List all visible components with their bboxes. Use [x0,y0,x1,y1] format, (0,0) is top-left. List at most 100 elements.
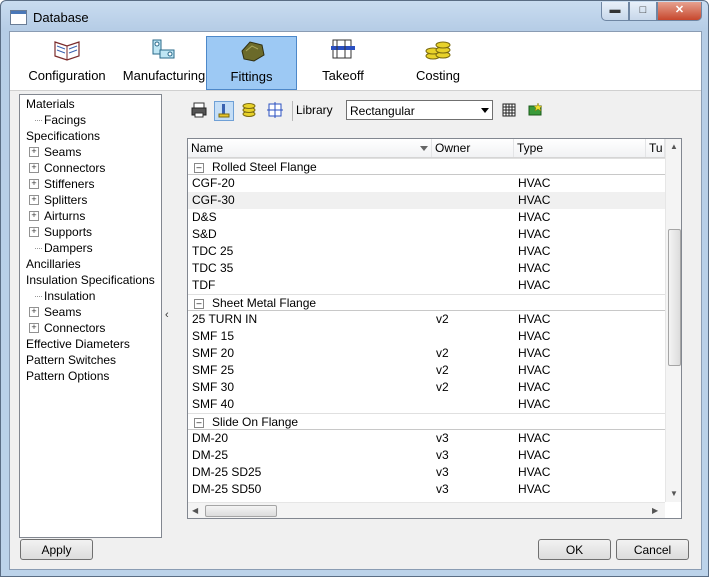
table-row[interactable]: SMF 40 HVAC [188,396,665,413]
table-row[interactable]: DM-20 v3 HVAC [188,430,665,447]
table-row[interactable]: DM-25 SD25 v3 HVAC [188,464,665,481]
tree-item-seams[interactable]: + Seams [29,144,82,160]
tree-item-dampers[interactable]: Dampers [35,240,93,256]
tab-configuration[interactable]: Configuration [20,36,114,88]
fittings-icon [238,39,266,63]
expand-icon[interactable]: + [29,163,39,173]
print-icon[interactable] [190,101,208,119]
vertical-scroll-thumb[interactable] [668,229,681,366]
table-row[interactable]: DM-25 SD50 v3 HVAC [188,481,665,498]
tree-item-pattern-options[interactable]: Pattern Options [26,368,109,384]
expand-icon[interactable]: + [29,227,39,237]
tree-item-insulation-connectors[interactable]: + Connectors [29,320,105,336]
table-row[interactable]: SMF 25 v2 HVAC [188,362,665,379]
cell-name: DM-25 [192,448,229,462]
apply-button[interactable]: Apply [20,539,93,560]
expand-icon[interactable]: + [29,323,39,333]
expand-icon[interactable]: + [29,211,39,221]
panel-splitter[interactable]: ‹ [163,94,173,536]
tree-item-ancillaries[interactable]: Ancillaries [26,256,81,272]
group-header[interactable]: – Sheet Metal Flange [188,294,665,311]
cell-owner: v3 [436,431,449,445]
table-row[interactable]: TDF HVAC [188,277,665,294]
table-row[interactable]: S&D HVAC [188,226,665,243]
tree-item-airturns[interactable]: + Airturns [29,208,85,224]
cell-name: S&D [192,227,217,241]
grid-crosshair-icon[interactable] [266,101,284,119]
collapse-left-icon[interactable]: ‹ [165,309,169,321]
table-row[interactable]: SMF 15 HVAC [188,328,665,345]
expand-icon[interactable]: + [29,307,39,317]
category-tree[interactable]: Materials Facings Specifications + Seams … [19,94,162,538]
table-row[interactable]: DM-25 v3 HVAC [188,447,665,464]
collapse-icon[interactable]: – [194,418,204,428]
dialog-client: Configuration Manufacturing Fittings Tak… [9,31,702,570]
scroll-right-icon[interactable]: ▶ [652,506,658,515]
scroll-down-icon[interactable]: ▼ [670,489,678,498]
cell-type: HVAC [518,482,551,496]
horizontal-scrollbar[interactable]: ◀ ▶ [188,502,665,518]
table-row[interactable]: TDC 25 HVAC [188,243,665,260]
tree-item-connectors[interactable]: + Connectors [29,160,105,176]
tab-costing[interactable]: Costing [394,36,482,88]
tab-fittings[interactable]: Fittings [206,36,297,90]
tree-item-label: Facings [44,113,87,127]
tree-item-materials[interactable]: Materials [26,96,75,112]
horizontal-scroll-thumb[interactable] [205,505,277,517]
tree-item-pattern-switches[interactable]: Pattern Switches [26,352,116,368]
tab-fittings-label: Fittings [230,69,273,84]
category-toolbar: Configuration Manufacturing Fittings Tak… [10,32,701,91]
vertical-scrollbar[interactable]: ▲ ▼ [665,139,681,502]
cell-name: D&S [192,210,217,224]
tab-takeoff[interactable]: Takeoff [299,36,387,88]
tree-item-label: Seams [44,145,82,159]
cell-owner: v3 [436,465,449,479]
group-header[interactable]: – Rolled Steel Flange [188,158,665,175]
coins-small-icon[interactable] [240,101,258,119]
table-row[interactable]: 25 TURN IN v2 HVAC [188,311,665,328]
scroll-left-icon[interactable]: ◀ [192,506,198,515]
cell-owner: v2 [436,380,449,394]
table-row[interactable]: SMF 30 v2 HVAC [188,379,665,396]
close-button[interactable]: ✕ [657,2,702,21]
column-header-tu[interactable]: Tu [646,139,665,157]
table-grid-icon[interactable] [500,101,518,119]
group-header[interactable]: – Slide On Flange [188,413,665,430]
tree-item-facings[interactable]: Facings [35,112,87,128]
scroll-up-icon[interactable]: ▲ [670,142,678,151]
tree-item-insulation-seams[interactable]: + Seams [29,304,81,320]
tab-manufacturing[interactable]: Manufacturing [116,36,212,88]
tree-item-specifications[interactable]: Specifications [26,128,100,144]
view-item-icon[interactable] [214,101,234,121]
collapse-icon[interactable]: – [194,299,204,309]
table-row[interactable]: SMF 20 v2 HVAC [188,345,665,362]
fittings-grid[interactable]: Name Owner Type Tu – Rolled Steel Flange … [187,138,682,519]
cell-owner: v3 [436,448,449,462]
tree-item-insulation-specifications[interactable]: Insulation Specifications [26,272,155,288]
minimize-button[interactable]: ▬ [601,2,629,21]
tree-item-stiffeners[interactable]: + Stiffeners [29,176,94,192]
cell-name: SMF 20 [192,346,235,360]
table-row[interactable]: CGF-30 HVAC [188,192,665,209]
column-header-type[interactable]: Type [514,139,646,157]
collapse-icon[interactable]: – [194,163,204,173]
add-item-icon[interactable] [526,101,544,119]
tree-item-splitters[interactable]: + Splitters [29,192,88,208]
tree-item-label: Splitters [44,193,88,207]
cell-name: TDF [192,278,216,292]
expand-icon[interactable]: + [29,195,39,205]
tree-item-supports[interactable]: + Supports [29,224,92,240]
expand-icon[interactable]: + [29,147,39,157]
table-row[interactable]: D&S HVAC [188,209,665,226]
maximize-button[interactable]: □ [629,2,657,21]
column-header-owner[interactable]: Owner [432,139,514,157]
tree-item-insulation[interactable]: Insulation [35,288,95,304]
ok-button[interactable]: OK [538,539,611,560]
table-row[interactable]: CGF-20 HVAC [188,175,665,192]
tree-item-effective-diameters[interactable]: Effective Diameters [26,336,130,352]
expand-icon[interactable]: + [29,179,39,189]
library-select[interactable]: Rectangular [346,100,493,120]
table-row[interactable]: TDC 35 HVAC [188,260,665,277]
cancel-button[interactable]: Cancel [616,539,689,560]
column-header-name[interactable]: Name [188,139,432,157]
